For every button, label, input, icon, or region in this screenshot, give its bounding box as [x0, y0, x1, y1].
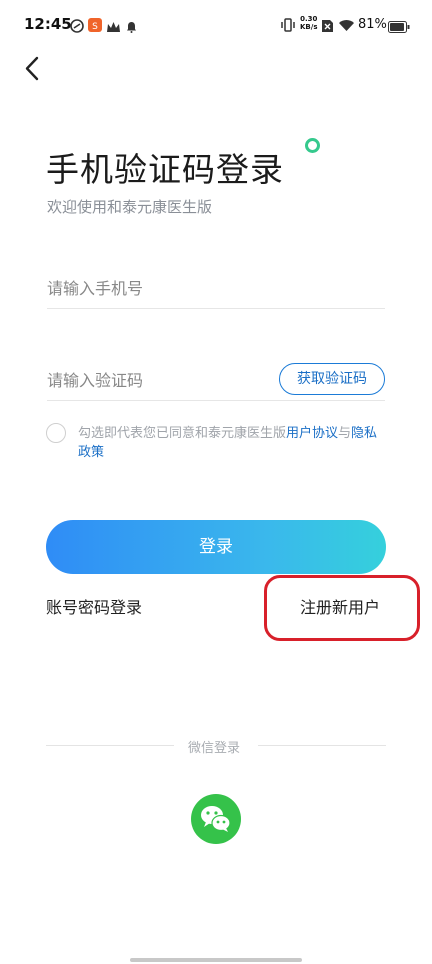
- back-button[interactable]: [18, 52, 48, 86]
- battery-percent: 81%: [358, 17, 387, 32]
- page-subtitle: 欢迎使用和泰元康医生版: [47, 198, 213, 216]
- vibrate-icon: [280, 17, 296, 36]
- app-notification-icon: [70, 18, 84, 37]
- wechat-icon: [201, 806, 231, 832]
- orange-app-icon: S: [88, 17, 102, 36]
- divider-left: [46, 745, 174, 746]
- agreement-and: 与: [338, 426, 352, 441]
- wifi-icon: [338, 17, 355, 36]
- status-bar: 12:45 S 0.30 KB/s 81%: [0, 0, 432, 50]
- login-button[interactable]: 登录: [46, 520, 386, 574]
- title-decoration-dot: [305, 138, 320, 153]
- phone-input[interactable]: [47, 268, 385, 309]
- sim-off-icon: [322, 17, 333, 36]
- wechat-login-button[interactable]: [191, 794, 241, 844]
- page-title: 手机验证码登录: [46, 150, 284, 189]
- home-indicator[interactable]: [130, 958, 302, 962]
- network-speed-value: 0.30: [300, 15, 318, 23]
- back-arrow-icon: [25, 56, 39, 81]
- network-speed: 0.30 KB/s: [300, 15, 317, 31]
- user-agreement-link[interactable]: 用户协议: [286, 426, 338, 441]
- agreement-text: 勾选即代表您已同意和泰元康医生版用户协议与隐私政策: [78, 424, 388, 462]
- wechat-login-label: 微信登录: [188, 741, 241, 756]
- battery-icon: [388, 18, 410, 37]
- status-time: 12:45: [24, 15, 72, 33]
- notification-bell-icon: [126, 18, 137, 37]
- divider-right: [258, 745, 386, 746]
- network-speed-unit: KB/s: [300, 23, 318, 31]
- password-login-link[interactable]: 账号密码登录: [46, 594, 142, 618]
- crown-icon: [106, 18, 121, 37]
- red-highlight-annotation: [264, 575, 420, 641]
- get-verification-code-button[interactable]: 获取验证码: [279, 363, 385, 395]
- svg-text:S: S: [92, 22, 98, 32]
- agreement-prefix: 勾选即代表您已同意和泰元康医生版: [78, 426, 287, 441]
- agreement-checkbox[interactable]: [46, 423, 66, 443]
